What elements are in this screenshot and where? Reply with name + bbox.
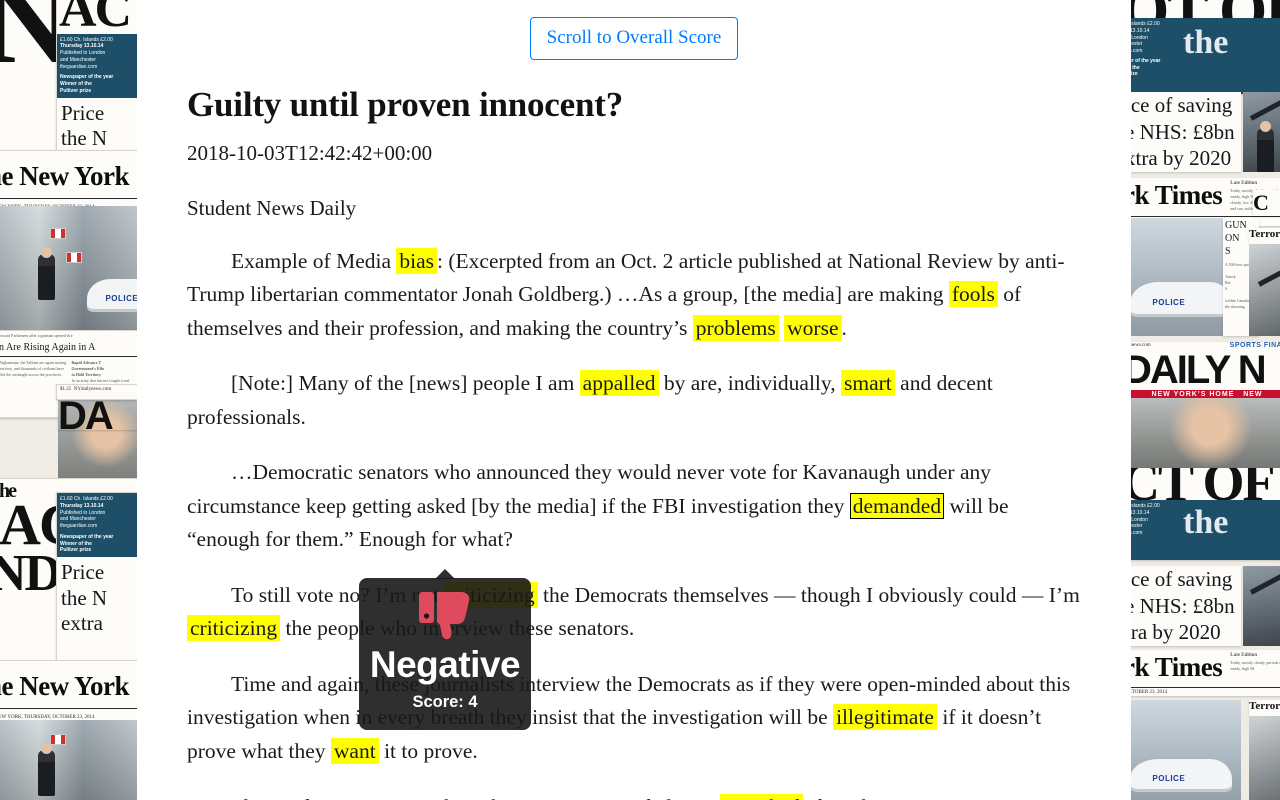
highlighted-token[interactable]: problems bbox=[692, 314, 779, 341]
article: Guilty until proven innocent? 2018-10-03… bbox=[137, 85, 1131, 800]
highlighted-token-active[interactable]: demanded bbox=[849, 492, 945, 519]
sentiment-tooltip: Negative Score: 4 bbox=[359, 569, 531, 730]
highlighted-token[interactable]: appalled bbox=[579, 370, 659, 397]
article-paragraph: To still vote no? I’m not criticizing th… bbox=[187, 579, 1081, 646]
highlighted-token[interactable]: want bbox=[330, 737, 379, 764]
tooltip-arrow bbox=[435, 569, 455, 579]
tooltip-sentiment-label: Negative bbox=[369, 644, 521, 685]
highlighted-token[interactable]: worse bbox=[784, 314, 842, 341]
highlighted-token[interactable]: illegitimate bbox=[833, 704, 937, 731]
highlighted-token[interactable]: criticizing bbox=[187, 615, 281, 642]
article-source: Student News Daily bbox=[187, 196, 357, 221]
top-toolbar: Scroll to Overall Score bbox=[137, 0, 1131, 60]
article-paragraph: …Democratic senators who announced they … bbox=[187, 460, 1009, 552]
highlighted-token[interactable]: panicked bbox=[719, 793, 804, 800]
highlighted-token[interactable]: bias bbox=[396, 247, 438, 274]
highlighted-token[interactable]: smart bbox=[841, 370, 895, 397]
newspaper-collage-right: OT OF s Islands £2.00y 13.10.14in London… bbox=[1131, 0, 1280, 800]
article-paragraph: Time and again, these journalists interv… bbox=[187, 671, 1071, 764]
scroll-to-overall-score-button[interactable]: Scroll to Overall Score bbox=[529, 17, 739, 60]
article-paragraph: Example of Media bias: (Excerpted from a… bbox=[187, 247, 1065, 341]
article-timestamp: 2018-10-03T12:42:42+00:00 bbox=[187, 141, 433, 165]
article-title: Guilty until proven innocent? bbox=[187, 84, 623, 124]
newspaper-collage-left: NDE AC £1.60 Ch. Islands £2.00 Thursday … bbox=[0, 0, 137, 800]
article-paragraph: I listened to an MSNBC host this morning… bbox=[187, 791, 1081, 800]
article-content-column: Scroll to Overall Score Guilty until pro… bbox=[137, 0, 1131, 800]
thumbs-down-icon bbox=[359, 586, 531, 644]
highlighted-token[interactable]: fools bbox=[948, 281, 998, 308]
tooltip-score-label: Score: 4 bbox=[412, 693, 478, 711]
page-root: NDE AC £1.60 Ch. Islands £2.00 Thursday … bbox=[0, 0, 1280, 800]
article-paragraph: [Note:] Many of the [news] people I am a… bbox=[187, 370, 993, 429]
article-body: Example of Media bias: (Excerpted from a… bbox=[187, 245, 1081, 800]
